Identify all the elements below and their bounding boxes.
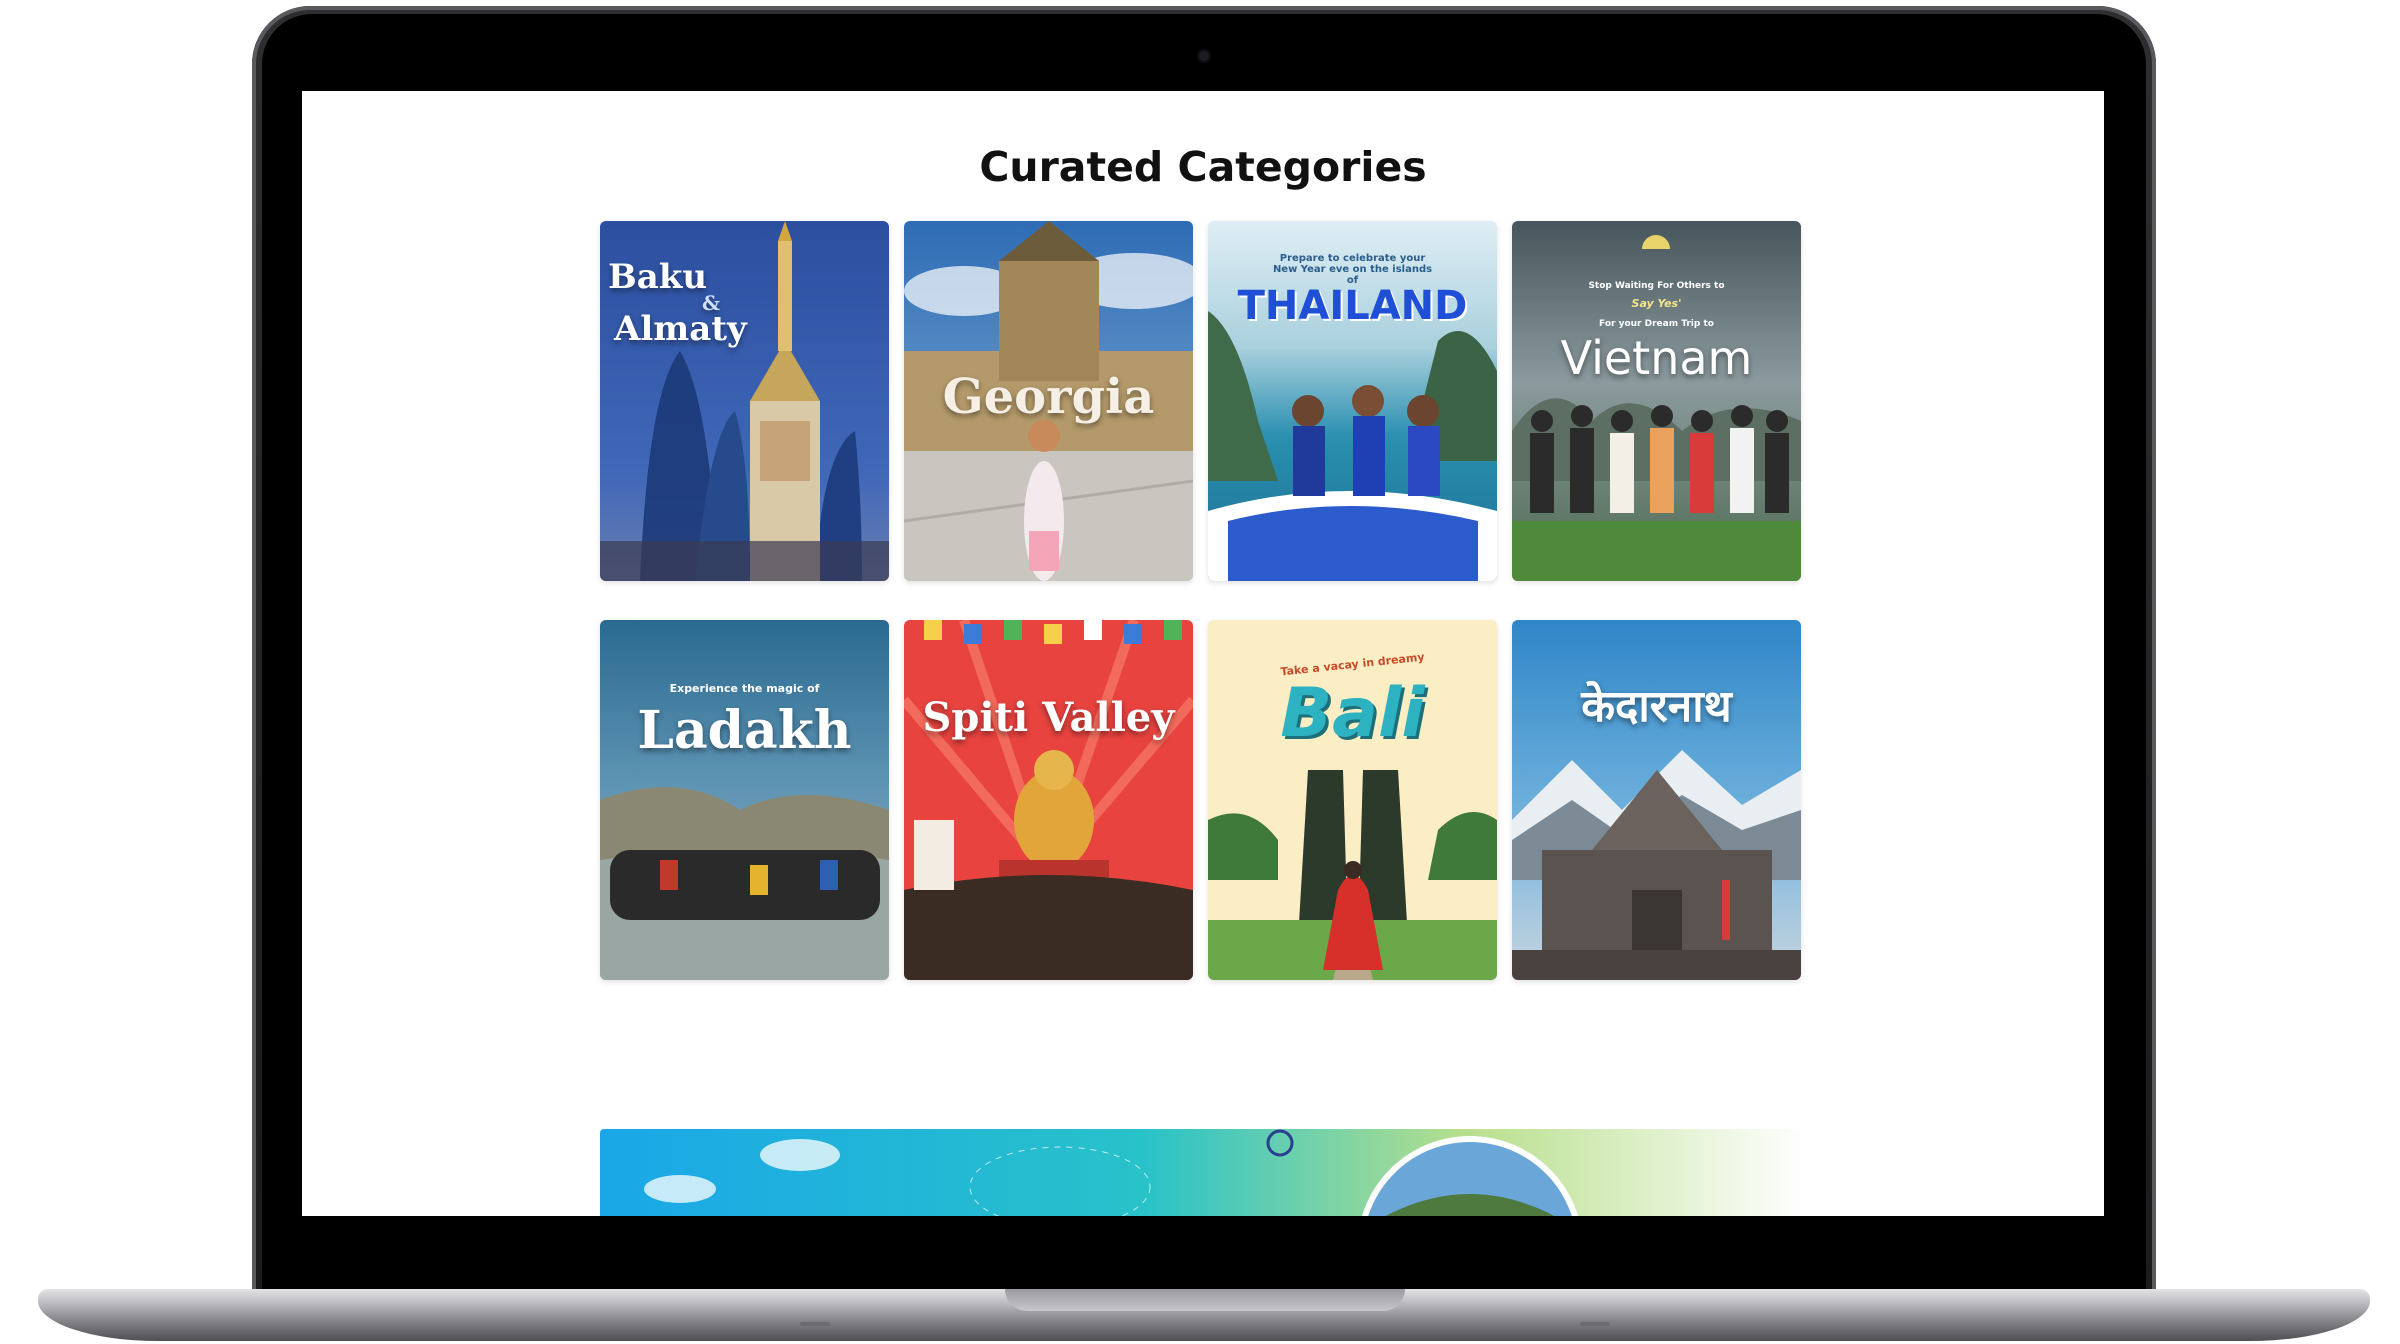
card-subtitle-thailand: Prepare to celebrate your New Year eve o… xyxy=(1272,253,1433,286)
card-subtitle-vietnam-say-yes: Say Yes' xyxy=(1631,297,1682,310)
ladakh-image xyxy=(600,620,889,980)
card-subtitle-vietnam-dream: For your Dream Trip to xyxy=(1599,319,1714,329)
category-card-vietnam[interactable]: Stop Waiting For Others to Say Yes' For … xyxy=(1512,221,1801,581)
card-label-ladakh: Ladakh xyxy=(637,700,852,761)
screen: Curated Categories Baku & Almaty Georgia… xyxy=(302,91,2104,1216)
card-label-vietnam: Vietnam xyxy=(1560,331,1753,385)
category-card-bali[interactable]: Take a vacay in dreamy Bali xyxy=(1208,620,1497,980)
card-label-baku: Baku xyxy=(608,257,708,297)
card-label-georgia: Georgia xyxy=(942,369,1155,425)
laptop-foot xyxy=(800,1322,830,1326)
category-card-georgia[interactable]: Georgia xyxy=(904,221,1193,581)
card-label-thailand: THAILAND xyxy=(1237,283,1468,329)
category-card-spiti-valley[interactable]: Spiti Valley xyxy=(904,620,1193,980)
card-label-kedarnath: केदारनाथ xyxy=(1581,681,1732,732)
card-label-bali: Bali xyxy=(1280,674,1425,753)
vietnam-image xyxy=(1512,221,1801,581)
spiti-valley-image xyxy=(904,620,1193,980)
camera-dot xyxy=(1199,51,1209,61)
category-card-thailand[interactable]: Prepare to celebrate your New Year eve o… xyxy=(1208,221,1497,581)
category-card-baku-almaty[interactable]: Baku & Almaty xyxy=(600,221,889,581)
card-label-spiti-valley: Spiti Valley xyxy=(922,694,1175,741)
promo-banner[interactable] xyxy=(600,1129,1806,1216)
category-grid: Baku & Almaty Georgia Prepare to celebra… xyxy=(600,221,1806,980)
card-subtitle-vietnam: Stop Waiting For Others to xyxy=(1588,281,1725,291)
promo-banner-image xyxy=(600,1129,1806,1216)
category-card-kedarnath[interactable]: केदारनाथ xyxy=(1512,620,1801,980)
card-subtitle-ladakh: Experience the magic of xyxy=(669,682,820,695)
card-label-almaty: Almaty xyxy=(614,309,747,349)
category-card-ladakh[interactable]: Experience the magic of Ladakh xyxy=(600,620,889,980)
laptop-hinge-notch xyxy=(1005,1289,1405,1311)
page-title: Curated Categories xyxy=(979,143,1427,191)
laptop-foot xyxy=(1580,1322,1610,1326)
